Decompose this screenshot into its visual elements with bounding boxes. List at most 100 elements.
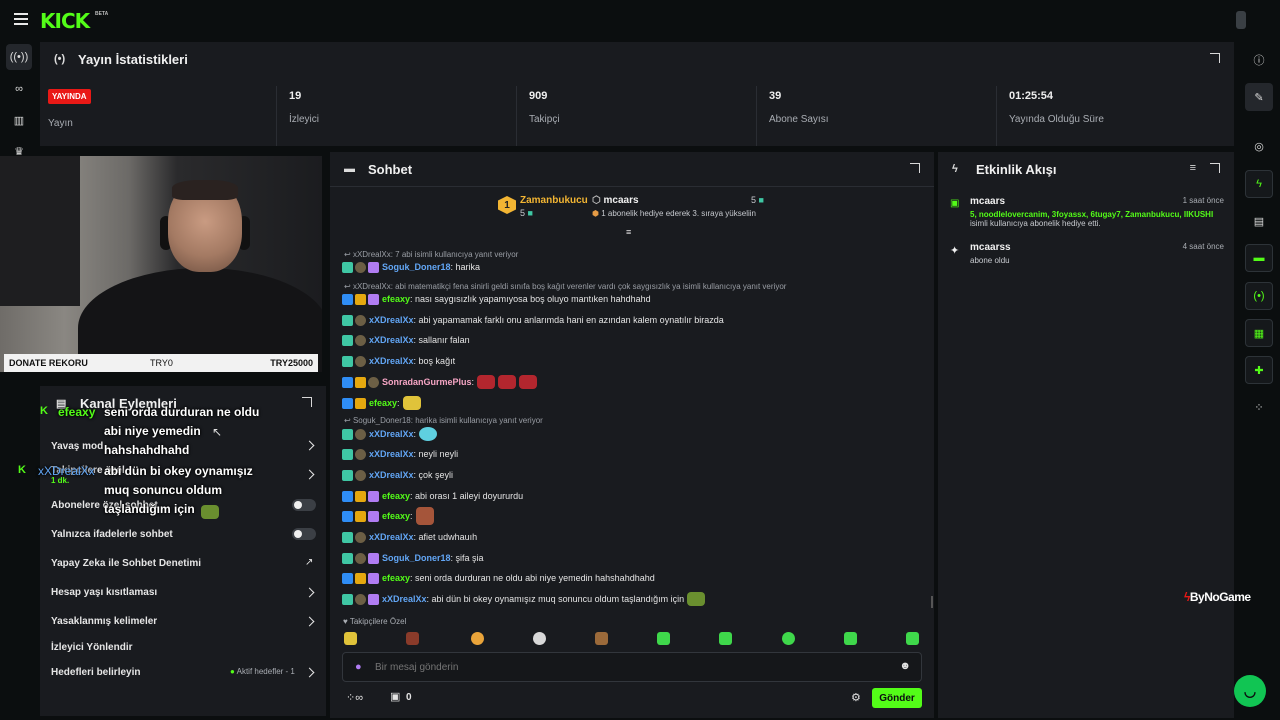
emote-smile[interactable] bbox=[471, 632, 484, 645]
chat-username[interactable]: xXDrealXx bbox=[369, 429, 414, 439]
wrench-icon[interactable]: ✚ bbox=[1245, 356, 1273, 384]
overlay-message-line: abi niye yemedin bbox=[104, 424, 201, 438]
chat-username[interactable]: xXDrealXx bbox=[369, 470, 414, 480]
menu-icon[interactable] bbox=[14, 13, 28, 25]
filter-icon[interactable]: ≡ bbox=[1190, 162, 1196, 174]
chat-message: xXDrealXx: boş kağıt bbox=[342, 354, 455, 368]
gift-icon[interactable]: ▣ bbox=[390, 690, 400, 703]
sparkle-icon: ✦ bbox=[950, 245, 960, 257]
chat-input-box[interactable]: ● ☻ bbox=[342, 652, 922, 682]
beta-label: BETA bbox=[95, 11, 109, 17]
raid-item[interactable]: İzleyici Yönlendir bbox=[51, 642, 133, 653]
chat-username[interactable]: efeaxy bbox=[382, 573, 410, 583]
emote-only-toggle[interactable] bbox=[292, 528, 316, 540]
events-title: Etkinlik Akışı bbox=[976, 161, 1057, 177]
leaderboard-user2[interactable]: ⬡ mcaars bbox=[592, 195, 639, 206]
chat-message: efeaxy: nası saygısızlık yapamıyosa boş … bbox=[342, 292, 651, 306]
minion-emote bbox=[402, 396, 421, 410]
emote-green-5[interactable] bbox=[906, 632, 919, 645]
chat-input[interactable] bbox=[375, 659, 875, 675]
edit-icon[interactable]: ✎ bbox=[1245, 83, 1273, 111]
popout-icon[interactable] bbox=[302, 397, 312, 407]
viewers-label: İzleyici bbox=[289, 114, 320, 125]
chat-username[interactable]: xXDrealXx bbox=[382, 594, 427, 604]
chat-bubble-icon[interactable]: ▬ bbox=[1245, 244, 1273, 272]
emote-only-item: Yalnızca ifadelerle sohbet bbox=[51, 529, 173, 540]
overlay-message-line: taşlandığım için bbox=[104, 502, 195, 516]
donate-current: TRY0 bbox=[150, 358, 173, 368]
goals-status: ● Aktif hedefler - 1 bbox=[230, 667, 295, 676]
send-button[interactable]: Gönder bbox=[872, 688, 922, 708]
chat-message: efeaxy: bbox=[342, 507, 434, 525]
emote-box[interactable] bbox=[595, 632, 608, 645]
mouse-cursor-icon: ↖ bbox=[212, 425, 223, 439]
emoji-icon[interactable]: ☻ bbox=[899, 660, 911, 672]
chat-username[interactable]: efeaxy bbox=[382, 294, 410, 304]
chat-text: şifa şia bbox=[455, 553, 484, 563]
streamer-hair bbox=[172, 180, 238, 200]
chat-username[interactable]: xXDrealXx bbox=[369, 315, 414, 325]
analytics-icon[interactable]: ▥ bbox=[6, 107, 32, 133]
banned-words-item[interactable]: Yasaklanmış kelimeler bbox=[51, 616, 157, 627]
account-age-item[interactable]: Hesap yaşı kısıtlaması bbox=[51, 587, 157, 598]
chat-icon: ▬ bbox=[344, 163, 355, 175]
emote-soccer[interactable] bbox=[533, 632, 546, 645]
broadcast-icon[interactable]: (•) bbox=[1245, 282, 1273, 310]
emote-green-4[interactable] bbox=[844, 632, 857, 645]
chat-message: efeaxy: seni orda durduran ne oldu abi n… bbox=[342, 571, 655, 585]
chat-username[interactable]: SonradanGurmePlus bbox=[382, 377, 472, 387]
chat-header: ▬ Sohbet bbox=[330, 152, 934, 186]
camera-icon[interactable]: ◎ bbox=[1245, 132, 1273, 160]
event-time: 1 saat önce bbox=[1182, 196, 1224, 205]
support-chat-icon[interactable]: ◡ bbox=[1234, 675, 1266, 707]
points-icon[interactable]: ⁘∞ bbox=[346, 691, 363, 704]
viewers-cell: 19 İzleyici bbox=[276, 86, 516, 146]
popout-icon[interactable] bbox=[1210, 53, 1220, 63]
emote-green-3[interactable] bbox=[782, 632, 795, 645]
chat-username[interactable]: efeaxy bbox=[382, 491, 410, 501]
event-item: mcaars 1 saat önce 5, noodlelovercanim, … bbox=[970, 196, 1224, 228]
chat-username[interactable]: xXDrealXx bbox=[369, 335, 414, 345]
subs-only-toggle[interactable] bbox=[292, 499, 316, 511]
document-icon[interactable]: ▤ bbox=[1245, 207, 1273, 235]
info-icon[interactable]: ⓘ bbox=[1245, 46, 1273, 74]
popout-icon[interactable] bbox=[910, 163, 920, 173]
emote-minion[interactable] bbox=[344, 632, 357, 645]
community-icon[interactable]: ⁘ bbox=[1245, 393, 1273, 421]
lightning-icon[interactable]: ϟ bbox=[1245, 170, 1273, 198]
chat-text: sallanır falan bbox=[418, 335, 470, 345]
emote-green-2[interactable] bbox=[719, 632, 732, 645]
chat-username[interactable]: xXDrealXx bbox=[369, 449, 414, 459]
chat-username[interactable]: efeaxy bbox=[369, 398, 397, 408]
overlay-message-line: seni orda durduran ne oldu bbox=[104, 405, 260, 419]
popout-icon[interactable] bbox=[1210, 163, 1220, 173]
chat-username[interactable]: efeaxy bbox=[382, 511, 410, 521]
leaderboard-user1[interactable]: Zamanbukucu bbox=[520, 195, 588, 206]
chat-scrollbar[interactable] bbox=[931, 596, 933, 608]
chat-text: abi dün bi okey oynamışız muq sonuncu ol… bbox=[431, 594, 685, 604]
link-icon[interactable]: ∞ bbox=[6, 76, 32, 102]
emote-green-1[interactable] bbox=[657, 632, 670, 645]
settings-gear-icon[interactable]: ⚙ bbox=[851, 691, 861, 704]
kick-badge-icon: K bbox=[40, 405, 48, 417]
ai-moderation-item[interactable]: Yapay Zeka ile Sohbet Denetimi bbox=[51, 558, 201, 569]
user-avatar[interactable] bbox=[1236, 11, 1246, 29]
collapse-icon[interactable]: ≡ bbox=[626, 227, 631, 237]
overlay-message-line: hahshahdhahd bbox=[104, 443, 190, 457]
kick-logo[interactable]: KICK bbox=[40, 9, 90, 33]
slow-mode-item[interactable]: Yavaş mod bbox=[51, 441, 103, 452]
event-time: 4 saat önce bbox=[1182, 242, 1224, 251]
overlay-message-line: muq sonuncu oldum bbox=[104, 483, 222, 497]
chat-title: Sohbet bbox=[368, 161, 413, 177]
chat-username[interactable]: Soguk_Doner18 bbox=[382, 553, 451, 563]
broadcast-icon[interactable]: ((•)) bbox=[6, 44, 32, 70]
status-dot-icon: ● bbox=[230, 667, 235, 676]
chat-username[interactable]: Soguk_Doner18 bbox=[382, 262, 451, 272]
layout-icon[interactable]: ▦ bbox=[1245, 319, 1273, 347]
chat-username[interactable]: xXDrealXx bbox=[369, 356, 414, 366]
emote-santa[interactable] bbox=[406, 632, 419, 645]
microphone-icon[interactable]: ● bbox=[355, 661, 362, 673]
goals-item[interactable]: Hedefleri belirleyin bbox=[51, 667, 140, 678]
external-link-icon[interactable]: ↗ bbox=[305, 557, 313, 568]
chat-username[interactable]: xXDrealXx bbox=[369, 532, 414, 542]
